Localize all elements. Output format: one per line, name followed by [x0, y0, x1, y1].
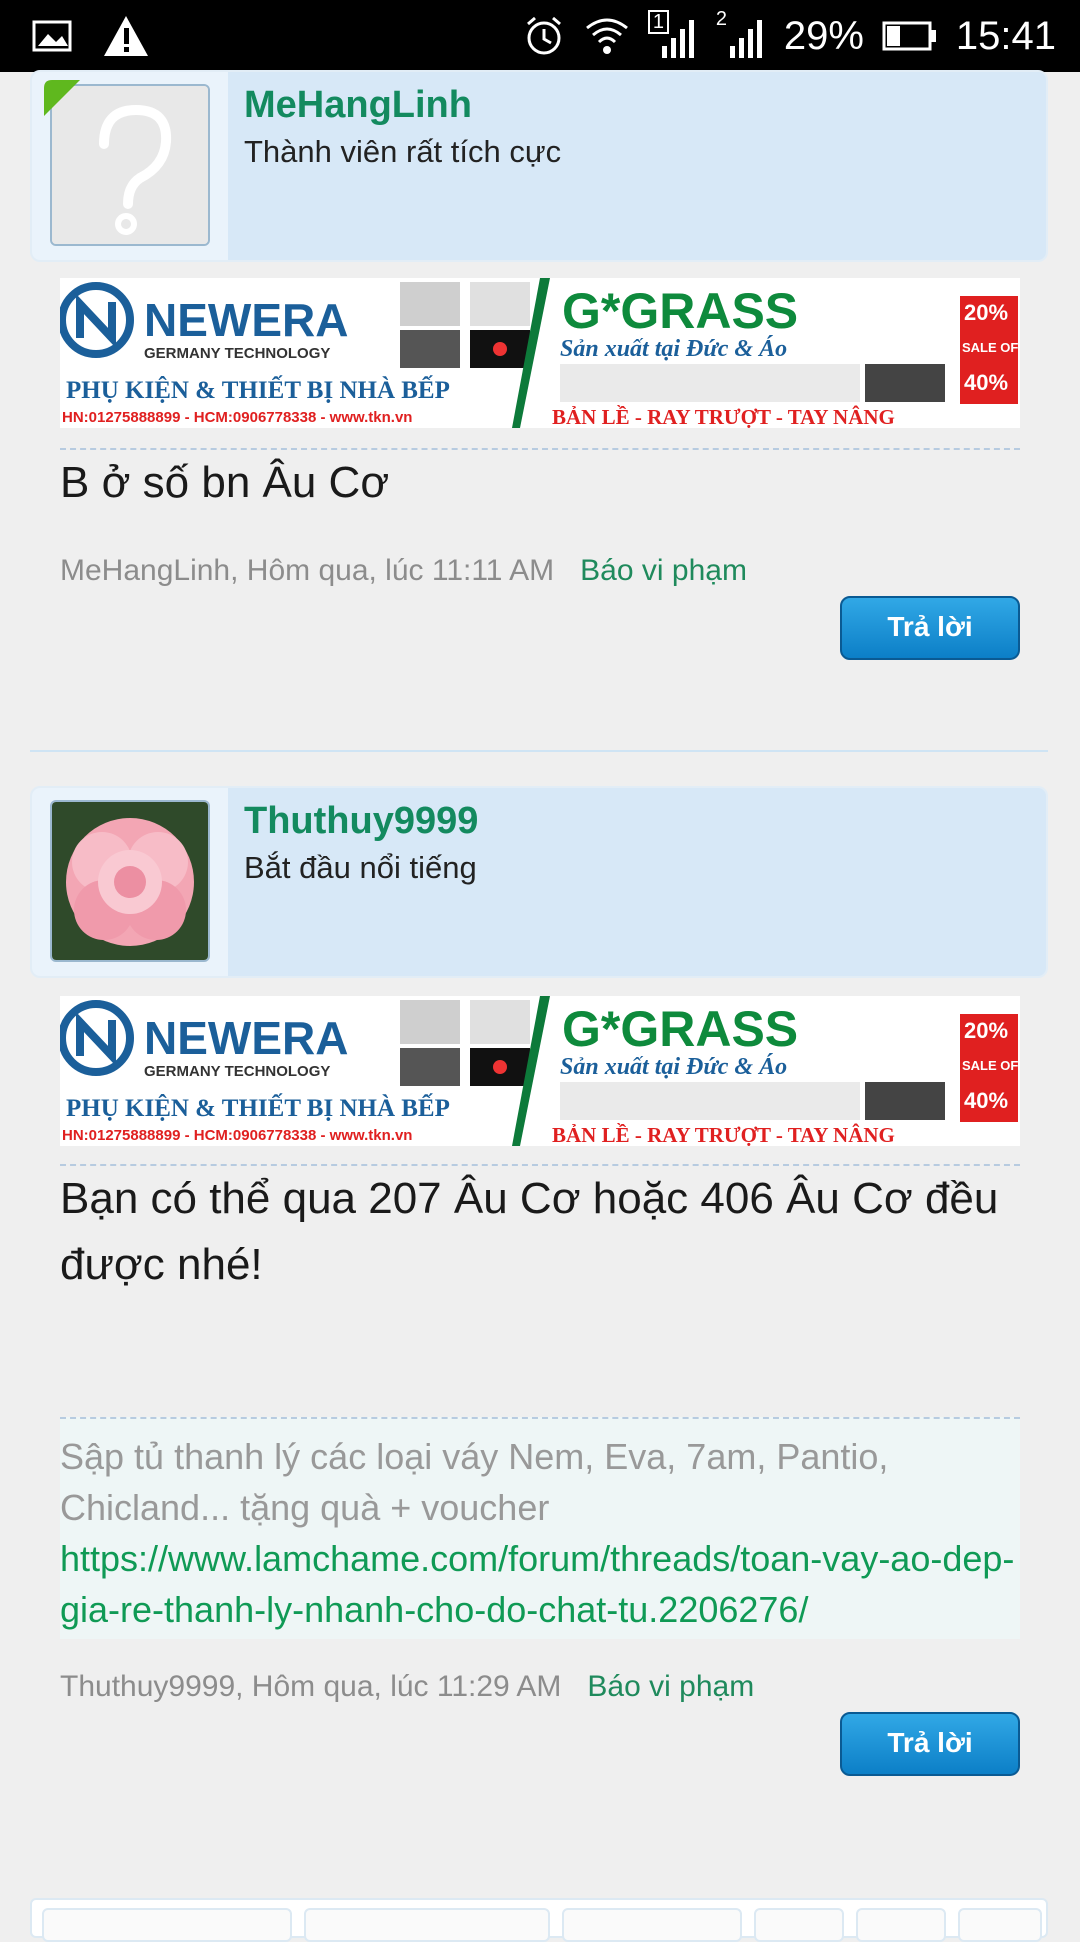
svg-text:HN:01275888899 - HCM:090677833: HN:01275888899 - HCM:0906778338 - www.tk…	[62, 409, 412, 426]
ad-banner[interactable]: NEWERA GERMANY TECHNOLOGY PHỤ KIỆN & THI…	[58, 278, 1026, 429]
report-link[interactable]: Báo vi phạm	[587, 1670, 754, 1703]
sim2-signal: 2	[716, 8, 766, 60]
svg-text:G*GRASS: G*GRASS	[562, 1001, 798, 1057]
battery-icon	[882, 21, 936, 51]
svg-text:HN:01275888899 - HCM:090677833: HN:01275888899 - HCM:0906778338 - www.tk…	[62, 1127, 412, 1144]
post-message: B ở số bn Âu Cơ	[60, 458, 390, 507]
svg-text:NEWERA: NEWERA	[144, 1012, 348, 1064]
flower-avatar-icon	[52, 802, 208, 960]
toolbar-tab[interactable]	[42, 1908, 292, 1942]
post-separator	[30, 750, 1048, 752]
post-message: Bạn có thể qua 207 Âu Cơ hoặc 406 Âu Cơ …	[60, 1174, 999, 1289]
svg-text:PHỤ KIỆN & THIẾT BỊ NHÀ BẾP: PHỤ KIỆN & THIẾT BỊ NHÀ BẾP	[66, 1093, 450, 1122]
post-author-time[interactable]: MeHangLinh, Hôm qua, lúc 11:11 AM	[60, 554, 554, 587]
avatar[interactable]	[50, 800, 210, 962]
svg-text:40%: 40%	[964, 370, 1008, 395]
svg-text:SALE OFF: SALE OFF	[962, 1058, 1020, 1073]
bottom-toolbar	[30, 1898, 1048, 1942]
wifi-icon	[585, 18, 628, 54]
svg-text:NEWERA: NEWERA	[144, 294, 348, 346]
alarm-icon	[526, 16, 561, 55]
clock: 15:41	[955, 13, 1056, 58]
author-card: MeHangLinh Thành viên rất tích cực	[30, 70, 1048, 262]
signature-link[interactable]: https://www.lamchame.com/forum/threads/t…	[60, 1533, 1020, 1635]
svg-text:GERMANY TECHNOLOGY: GERMANY TECHNOLOGY	[144, 345, 330, 362]
warning-icon	[104, 16, 148, 56]
user-title: Thành viên rất tích cực	[244, 134, 562, 169]
report-link[interactable]: Báo vi phạm	[580, 554, 747, 587]
signal-icon	[729, 20, 762, 58]
svg-text:40%: 40%	[964, 1088, 1008, 1113]
status-bar: 1 2 29% 15:41	[0, 0, 1080, 72]
svg-text:20%: 20%	[964, 1018, 1008, 1043]
svg-text:G*GRASS: G*GRASS	[562, 283, 798, 339]
sim1-signal: 1	[647, 10, 698, 60]
svg-text:BẢN LỀ - RAY TRƯỢT - TAY NÂNG: BẢN LỀ - RAY TRƯỢT - TAY NÂNG	[552, 1123, 895, 1146]
signature-text: Sập tủ thanh lý các loại váy Nem, Eva, 7…	[60, 1436, 889, 1528]
ad-banner[interactable]: NEWERA GERMANY TECHNOLOGY PHỤ KIỆN & THI…	[58, 996, 1026, 1147]
gallery-icon	[32, 20, 72, 52]
toolbar-tab[interactable]	[754, 1908, 844, 1942]
svg-text:GERMANY TECHNOLOGY: GERMANY TECHNOLOGY	[144, 1063, 330, 1080]
signal-icon	[661, 20, 694, 58]
post-meta: Thuthuy9999, Hôm qua, lúc 11:29 AM Báo vi…	[60, 1670, 754, 1704]
ad-banner-graphic: NEWERA GERMANY TECHNOLOGY PHỤ KIỆN & THI…	[58, 278, 1026, 429]
post-author-time[interactable]: Thuthuy9999, Hôm qua, lúc 11:29 AM	[60, 1670, 561, 1703]
battery-percent: 29%	[783, 13, 864, 58]
toolbar-tab[interactable]	[562, 1908, 742, 1942]
author-card: Thuthuy9999 Bắt đầu nổi tiếng	[30, 786, 1048, 978]
username[interactable]: MeHangLinh	[244, 84, 472, 127]
username[interactable]: Thuthuy9999	[244, 800, 478, 843]
toolbar-tab[interactable]	[304, 1908, 550, 1942]
ad-banner-graphic: NEWERA GERMANY TECHNOLOGY PHỤ KIỆN & THI…	[58, 996, 1026, 1147]
svg-text:PHỤ KIỆN & THIẾT BỊ NHÀ BẾP: PHỤ KIỆN & THIẾT BỊ NHÀ BẾP	[66, 375, 450, 404]
post-meta: MeHangLinh, Hôm qua, lúc 11:11 AM Báo vi …	[60, 554, 747, 588]
svg-text:20%: 20%	[964, 300, 1008, 325]
signature: Sập tủ thanh lý các loại váy Nem, Eva, 7…	[60, 1417, 1020, 1639]
svg-text:BẢN LỀ - RAY TRƯỢT - TAY NÂNG: BẢN LỀ - RAY TRƯỢT - TAY NÂNG	[552, 405, 895, 428]
svg-text:Sản xuất tại Đức & Áo: Sản xuất tại Đức & Áo	[560, 1054, 787, 1080]
user-title: Bắt đầu nổi tiếng	[244, 850, 477, 885]
reply-button[interactable]: Trả lời	[840, 1712, 1020, 1776]
svg-text:Sản xuất tại Đức & Áo: Sản xuất tại Đức & Áo	[560, 336, 787, 362]
reply-button[interactable]: Trả lời	[840, 596, 1020, 660]
online-indicator	[44, 80, 80, 116]
toolbar-tab[interactable]	[856, 1908, 946, 1942]
toolbar-tab[interactable]	[958, 1908, 1042, 1942]
svg-text:SALE OFF: SALE OFF	[962, 340, 1020, 355]
